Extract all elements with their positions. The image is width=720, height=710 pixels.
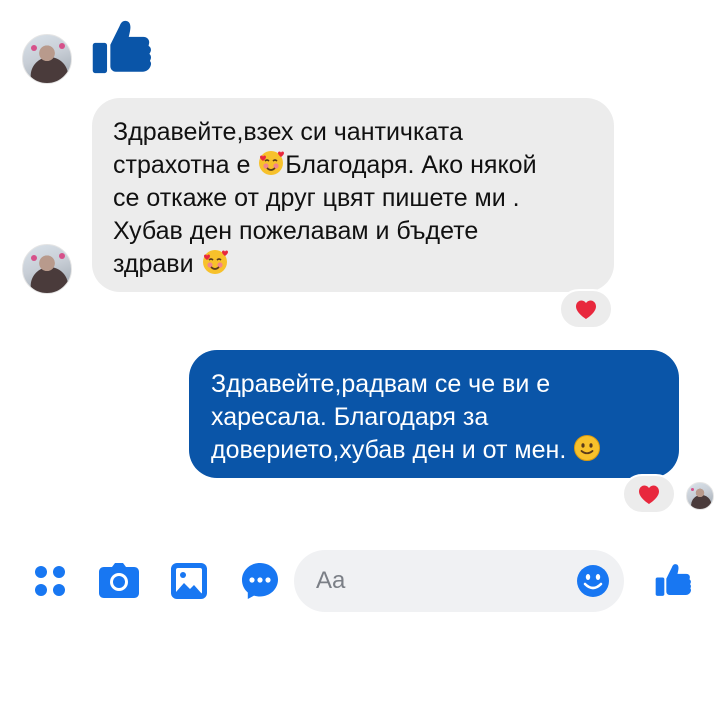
avatar-flower [31,45,37,51]
message-line: здрави [113,248,594,281]
message-line: доверието,хубав ден и от мен. [211,434,659,467]
message-line: харесала. Благодаря за [211,403,489,431]
camera-icon[interactable] [98,562,140,600]
heart-icon [639,485,659,504]
message-line: страхотна е Благодаря. Ако някой [113,151,537,179]
message-line: Хубав ден пожелавам и бъдете [113,217,479,245]
outgoing-message-bubble[interactable]: Здравейте,радвам се че ви е харесала. Бл… [189,350,679,478]
message-input-placeholder: Aa [316,567,346,594]
message-input[interactable]: Aa [294,550,624,612]
heart-reaction[interactable] [559,289,613,329]
heart-icon [576,300,596,319]
smiling-face-with-hearts-icon [202,250,228,274]
like-icon[interactable] [654,560,694,600]
apps-icon[interactable] [33,564,67,598]
message-line: Здравейте,взех си чантичката [113,118,463,146]
gallery-icon[interactable] [170,562,208,600]
incoming-message-bubble[interactable]: Здравейте,взех си чантичката страхотна е… [92,98,614,292]
message-line: Здравейте,радвам се че ви е [211,370,551,398]
avatar-flower [59,43,65,49]
avatar-flower [691,488,694,491]
contact-avatar[interactable] [22,34,72,84]
chat-options-icon[interactable] [240,561,280,601]
avatar-flower [59,253,65,259]
seen-avatar [686,482,714,510]
smiling-face-with-hearts-icon [259,151,285,175]
avatar-flower [31,255,37,261]
heart-reaction[interactable] [622,474,676,514]
message-line: се откаже от друг цвят пишете ми . [113,184,520,212]
emoji-icon[interactable] [576,564,610,598]
thumbs-up-icon [92,20,152,74]
contact-avatar[interactable] [22,244,72,294]
slightly-smiling-face-icon [574,435,601,461]
